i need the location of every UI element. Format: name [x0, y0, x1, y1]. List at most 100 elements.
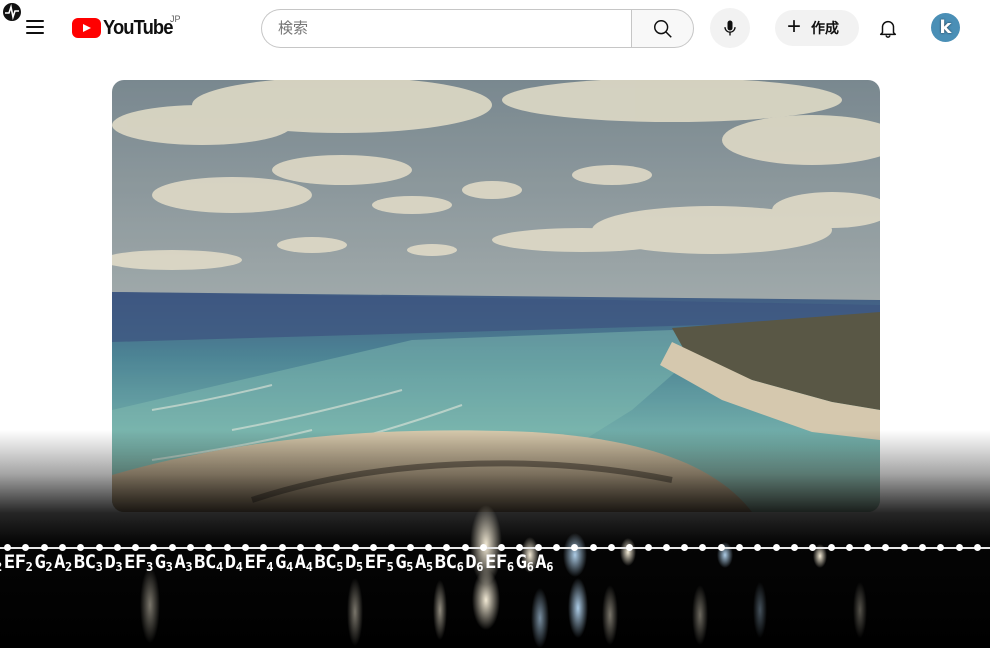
note-label: A2 [54, 551, 74, 574]
note-octave: 5 [406, 560, 413, 574]
plus-icon: + [787, 13, 802, 40]
key-marker-dot [370, 544, 377, 551]
key-marker-dot [534, 544, 542, 551]
key-marker-dot [772, 544, 780, 551]
note-label: G2 [34, 551, 54, 574]
key-marker-dot [351, 544, 359, 551]
key-marker-dot [717, 544, 725, 551]
note-label: G5 [395, 551, 415, 574]
search-input[interactable] [261, 9, 631, 48]
key-marker-dot [95, 544, 103, 551]
key-marker-dot [187, 544, 194, 551]
create-button[interactable]: + 作成 [775, 10, 859, 46]
note-octave: 2 [65, 560, 72, 574]
key-marker-dot [461, 544, 469, 551]
note-name: G [395, 551, 407, 573]
key-marker-dot [662, 544, 670, 551]
note-octave: 6 [456, 560, 464, 574]
note-name: EF [3, 551, 26, 573]
note-octave: 2 [25, 560, 33, 574]
key-marker-dot [589, 544, 597, 551]
note-label: A4 [295, 551, 315, 574]
key-marker-dot [168, 544, 176, 551]
note-name: BC [434, 551, 457, 573]
search-button[interactable] [631, 9, 694, 48]
note-label: EF4 [244, 551, 275, 574]
note-name: D [465, 551, 477, 573]
note-octave: 3 [145, 560, 153, 574]
bell-icon [879, 20, 897, 38]
key-marker-dot [553, 544, 560, 551]
key-marker-dot [900, 544, 908, 551]
note-label: EF2 [3, 551, 35, 574]
key-marker-dot [736, 544, 743, 551]
key-marker-dot [827, 544, 835, 551]
note-name: A [54, 551, 65, 573]
note-label: D5 [344, 551, 365, 574]
note-label: BC4 [194, 551, 225, 574]
note-name: EF [124, 551, 146, 573]
key-marker-dot [241, 544, 249, 551]
key-marker-dot [607, 544, 615, 551]
note-name: BC [314, 551, 337, 573]
note-label: EF6 [485, 551, 516, 574]
hamburger-icon [26, 20, 44, 22]
note-octave: 5 [336, 560, 343, 574]
note-name: BC [194, 551, 216, 573]
guide-menu-button[interactable] [24, 16, 48, 40]
key-marker-dot [4, 544, 11, 551]
key-marker-dot [113, 544, 121, 551]
youtube-logo[interactable]: YouTube [72, 16, 179, 40]
note-label: D3 [104, 551, 124, 574]
note-label: A3 [174, 551, 194, 574]
note-octave: 4 [285, 560, 293, 574]
voice-search-button[interactable] [710, 8, 750, 48]
note-octave: 3 [95, 560, 103, 574]
note-name: G [515, 551, 527, 573]
create-label: 作成 [811, 20, 840, 36]
note-name: G [34, 551, 46, 573]
key-marker-dot [296, 544, 304, 551]
note-name: D [104, 551, 116, 573]
key-marker-dot [644, 544, 652, 551]
note-name: A [414, 551, 426, 573]
note-name: A [174, 551, 186, 573]
note-label-row: 2EF2G2A2BC3D3EF3G3A3BC4D4EF4G4A4BC5D5EF5… [0, 551, 990, 575]
note-octave: 4 [266, 560, 273, 574]
note-octave: 4 [235, 560, 243, 574]
note-name: EF [364, 551, 387, 573]
key-marker-dot [58, 544, 66, 551]
note-label: G6 [515, 551, 536, 574]
account-avatar[interactable]: k [931, 13, 960, 42]
notifications-button[interactable] [870, 10, 906, 46]
key-marker-dot [919, 544, 926, 551]
note-label: A6 [535, 551, 555, 574]
note-octave: 3 [165, 560, 173, 574]
key-marker-dot [424, 544, 432, 551]
note-octave: 4 [215, 560, 223, 574]
note-label: D6 [465, 551, 485, 574]
masthead: YouTube JP + 作成 k [0, 0, 990, 56]
key-marker-dot [955, 544, 963, 551]
avatar-letter: k [939, 17, 952, 38]
note-octave: 2 [45, 560, 53, 574]
note-octave: 6 [546, 560, 553, 574]
note-label: A5 [414, 551, 435, 574]
note-name: D [344, 551, 356, 573]
key-marker-dot [845, 544, 853, 551]
note-label: D4 [224, 551, 245, 574]
key-marker-dot [479, 544, 487, 551]
note-octave: 5 [386, 560, 394, 574]
note-label: BC5 [314, 551, 345, 574]
keyboard-baseline [0, 547, 990, 549]
note-octave: 2 [0, 560, 2, 574]
note-octave: 4 [305, 560, 313, 574]
note-octave: 5 [425, 560, 433, 574]
note-label: BC6 [434, 551, 466, 574]
note-octave: 6 [526, 560, 534, 574]
note-name: D [224, 551, 236, 573]
note-name: G [274, 551, 286, 573]
note-octave: 5 [355, 560, 363, 574]
extension-pulse-icon[interactable] [2, 2, 22, 22]
microphone-icon [724, 20, 736, 36]
